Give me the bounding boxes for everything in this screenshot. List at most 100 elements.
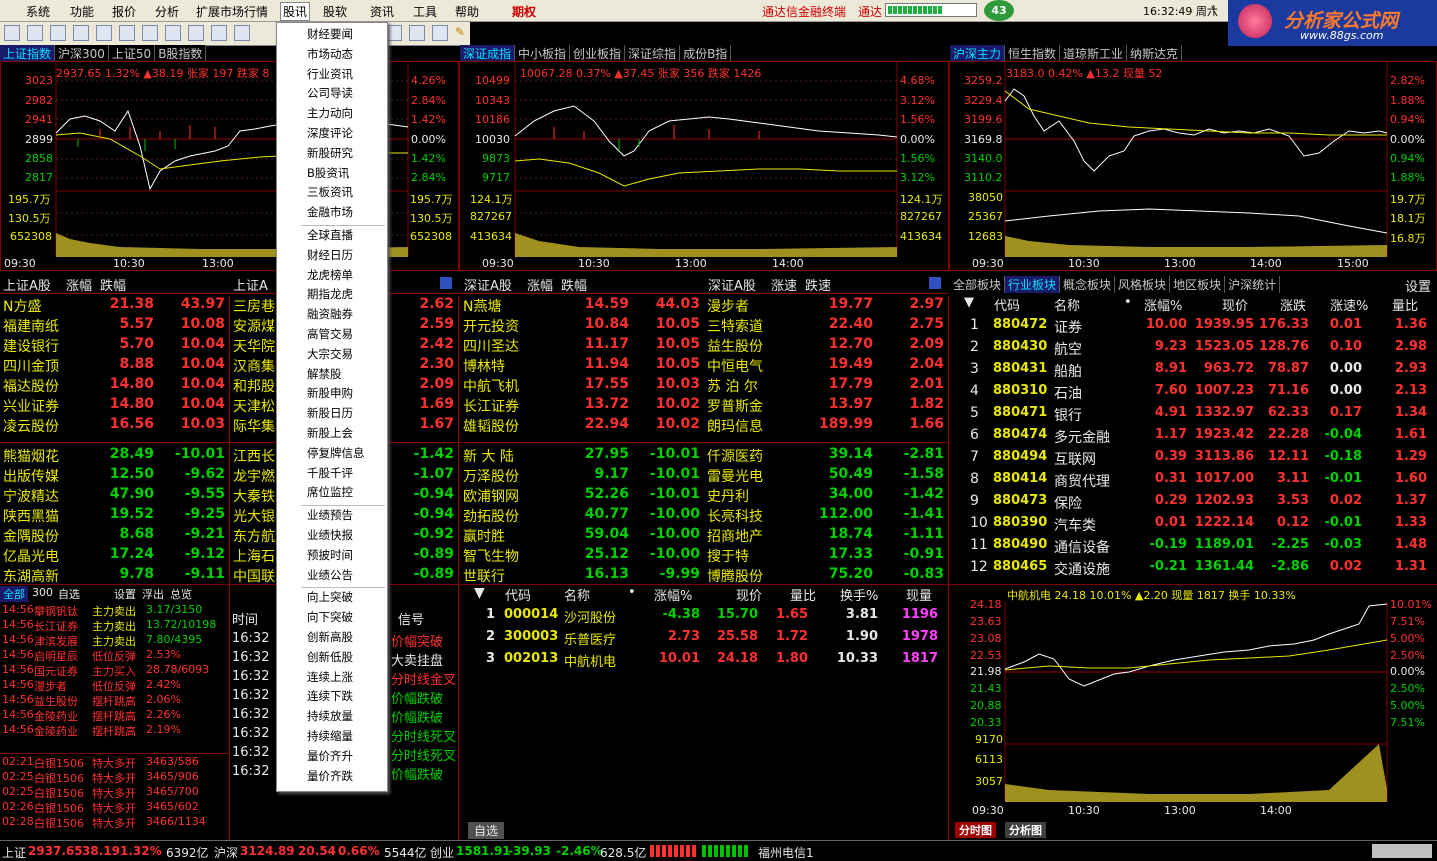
menu-info[interactable]: 资讯 xyxy=(370,3,394,20)
col-header[interactable]: 涨幅 xyxy=(527,275,553,294)
list-item[interactable]: 东湖高新 9.78 -9.11 xyxy=(0,566,229,583)
tab-intraday[interactable]: 分时图 xyxy=(955,822,996,838)
pencil-icon[interactable]: ✎ xyxy=(455,25,471,41)
list-item[interactable]: 史丹利 34.00 -1.42 xyxy=(704,486,948,506)
tab-watchlist[interactable]: 自选 xyxy=(468,822,505,839)
col-header[interactable]: • xyxy=(1124,295,1132,310)
list-item[interactable]: 熊猫烟花 28.49 -10.01 xyxy=(0,446,229,466)
fn-icon[interactable] xyxy=(234,25,250,41)
table-row[interactable]: 2 300003 乐普医疗 2.73 25.58 1.72 1.90 1978 xyxy=(460,629,948,649)
table-row[interactable]: 3 002013 中航机电 10.01 24.18 1.80 10.33 1817 xyxy=(460,651,948,671)
tab-sz-b[interactable]: 成份B指 xyxy=(680,45,732,62)
sort-icon[interactable]: ▼ xyxy=(964,295,974,310)
menu-system[interactable]: 系统 xyxy=(26,3,50,20)
sz-name[interactable]: 沪深 xyxy=(214,844,238,861)
dropdown-item[interactable]: 财经要闻 xyxy=(307,26,353,42)
col-header[interactable]: 涨幅 xyxy=(66,275,92,294)
refresh-icon[interactable] xyxy=(73,25,89,41)
tab-concept[interactable]: 概念板块 xyxy=(1060,276,1116,293)
list-item[interactable]: 万泽股份 9.17 -10.01 xyxy=(460,466,704,486)
dropdown-item[interactable]: 业绩公告 xyxy=(307,567,353,583)
col-header[interactable]: 涨跌 xyxy=(1280,295,1306,314)
dropdown-item[interactable]: 量价齐升 xyxy=(307,748,353,764)
list-item[interactable]: 出版传媒 12.50 -9.62 xyxy=(0,466,229,486)
list-item[interactable]: N方盛 21.38 43.97 xyxy=(0,296,229,316)
dropdown-item[interactable]: 行业资讯 xyxy=(307,66,353,82)
dropdown-item[interactable]: 量价齐跌 xyxy=(307,768,353,784)
list-item[interactable]: 招商地产 18.74 -1.11 xyxy=(704,526,948,546)
menu-help[interactable]: 帮助 xyxy=(455,3,479,20)
sector-settings-button[interactable]: 设置 xyxy=(1405,276,1431,295)
alert-row[interactable]: 14:56 金陵药业 摆杆跳高 2.19% xyxy=(0,723,229,738)
list-item[interactable]: 四川圣达 11.17 10.05 xyxy=(460,336,704,356)
list-item[interactable]: 雄韬股份 22.94 10.02 xyxy=(460,416,704,436)
notification-badge[interactable]: 43 xyxy=(984,0,1014,21)
future-row[interactable]: 02:25 白银1506 特大多开 3465/700 xyxy=(0,785,229,800)
cy-name[interactable]: 创业 xyxy=(430,844,454,861)
dropdown-item[interactable]: 创新低股 xyxy=(307,649,353,665)
tab-sz-component[interactable]: 深证成指 xyxy=(460,45,516,62)
alert-row[interactable]: 14:56 益生股份 摆杆跳高 2.06% xyxy=(0,693,229,708)
grid-icon[interactable] xyxy=(929,277,941,289)
dropdown-item[interactable]: 业绩预告 xyxy=(307,507,353,523)
list-item[interactable]: 赢时胜 59.04 -10.00 xyxy=(460,526,704,546)
list-item[interactable]: 建设银行 5.70 10.04 xyxy=(0,336,229,356)
alert-row[interactable]: 14:56 金陵药业 摆杆跳高 2.26% xyxy=(0,708,229,723)
dropdown-item[interactable]: 业绩快报 xyxy=(307,527,353,543)
col-header[interactable]: 量比 xyxy=(1392,295,1418,314)
promo-text-2[interactable]: 通达 xyxy=(858,3,882,20)
dropdown-item[interactable]: 向上突破 xyxy=(307,589,353,605)
menu-analysis[interactable]: 分析 xyxy=(155,3,179,20)
tab-all-alerts[interactable]: 全部 xyxy=(0,586,28,602)
menu-extended-market[interactable]: 扩展市场行情 xyxy=(196,3,268,20)
alert-row[interactable]: 14:56 漫步者 低位反弹 2.42% xyxy=(0,678,229,693)
exchange-icon[interactable] xyxy=(409,25,425,41)
list-item[interactable]: 罗普斯金 13.97 1.82 xyxy=(704,396,948,416)
alert-row[interactable]: 14:56 津滨发展 主力卖出 7.80/4395 xyxy=(0,633,229,648)
tab-watchlist[interactable]: 自选 xyxy=(58,586,80,602)
tab-hsi[interactable]: 恒生指数 xyxy=(1005,45,1061,62)
list-item[interactable]: 欧浦钢网 52.26 -10.01 xyxy=(460,486,704,506)
table-row[interactable]: 2 880430 航空 9.23 1523.05 128.76 0.10 2.98 xyxy=(950,339,1437,359)
col-header[interactable]: • xyxy=(628,585,636,600)
dropdown-item[interactable]: 金融市场 xyxy=(307,204,353,220)
dropdown-item[interactable]: 新股研究 xyxy=(307,145,353,161)
dropdown-item[interactable]: 连续下跌 xyxy=(307,688,353,704)
kline-icon[interactable] xyxy=(142,25,158,41)
dropdown-item[interactable]: 财经日历 xyxy=(307,247,353,263)
dropdown-item[interactable]: 主力动向 xyxy=(307,105,353,121)
list-item[interactable]: 三特索道 22.40 2.75 xyxy=(704,316,948,336)
dropdown-item[interactable]: 创新高股 xyxy=(307,629,353,645)
table-row[interactable]: 12 880465 交通设施 -0.21 1361.44 -2.86 0.02 1.31 xyxy=(950,559,1437,579)
trend-icon[interactable] xyxy=(386,25,402,41)
col-header[interactable]: 名称 xyxy=(1054,295,1080,314)
tab-sz-composite[interactable]: 深证综指 xyxy=(625,45,681,62)
tab-b-index[interactable]: B股指数 xyxy=(155,45,207,62)
list-item[interactable]: N燕塘 14.59 44.03 xyxy=(460,296,704,316)
list-item[interactable]: 亿晶光电 17.24 -9.12 xyxy=(0,546,229,566)
dropdown-item[interactable]: 公司导读 xyxy=(307,85,353,101)
list-item[interactable]: 福建南纸 5.57 10.08 xyxy=(0,316,229,336)
table-row[interactable]: 3 880431 船舶 8.91 963.72 78.87 0.00 2.93 xyxy=(950,361,1437,381)
list-item[interactable]: 智飞生物 25.12 -10.00 xyxy=(460,546,704,566)
col-header[interactable]: 涨速 xyxy=(771,275,797,294)
server-name[interactable]: 福州电信1 xyxy=(758,844,814,861)
table-row[interactable]: 1 880472 证券 10.00 1939.95 176.33 0.01 1.36 xyxy=(950,317,1437,337)
list-item[interactable]: 劲拓股份 40.77 -10.00 xyxy=(460,506,704,526)
list-item[interactable]: 雷曼光电 50.49 -1.58 xyxy=(704,466,948,486)
table-row[interactable]: 9 880473 保险 0.29 1202.93 3.53 0.02 1.37 xyxy=(950,493,1437,513)
tab-industry[interactable]: 行业板块 xyxy=(1005,276,1061,293)
tab-region[interactable]: 地区板块 xyxy=(1170,276,1226,293)
alerts-settings-button[interactable]: 设置 xyxy=(114,586,136,602)
list-item[interactable]: 长亮科技 112.00 -1.41 xyxy=(704,506,948,526)
chart-icon[interactable] xyxy=(119,25,135,41)
future-row[interactable]: 02:28 白银1506 特大多开 3466/1134 xyxy=(0,815,229,830)
f10-icon[interactable] xyxy=(211,25,227,41)
table-row[interactable]: 6 880474 多元金融 1.17 1923.42 22.28 -0.04 1.61 xyxy=(950,427,1437,447)
col-header[interactable]: 现价 xyxy=(1222,295,1248,314)
tab-dow[interactable]: 道琼斯工业 xyxy=(1060,45,1128,62)
future-row[interactable]: 02:21 白银1506 特大多开 3463/586 xyxy=(0,755,229,770)
tab-gem[interactable]: 创业板指 xyxy=(570,45,626,62)
list-item[interactable]: 新 大 陆 27.95 -10.01 xyxy=(460,446,704,466)
alerts-float-button[interactable]: 浮出 xyxy=(142,586,164,602)
